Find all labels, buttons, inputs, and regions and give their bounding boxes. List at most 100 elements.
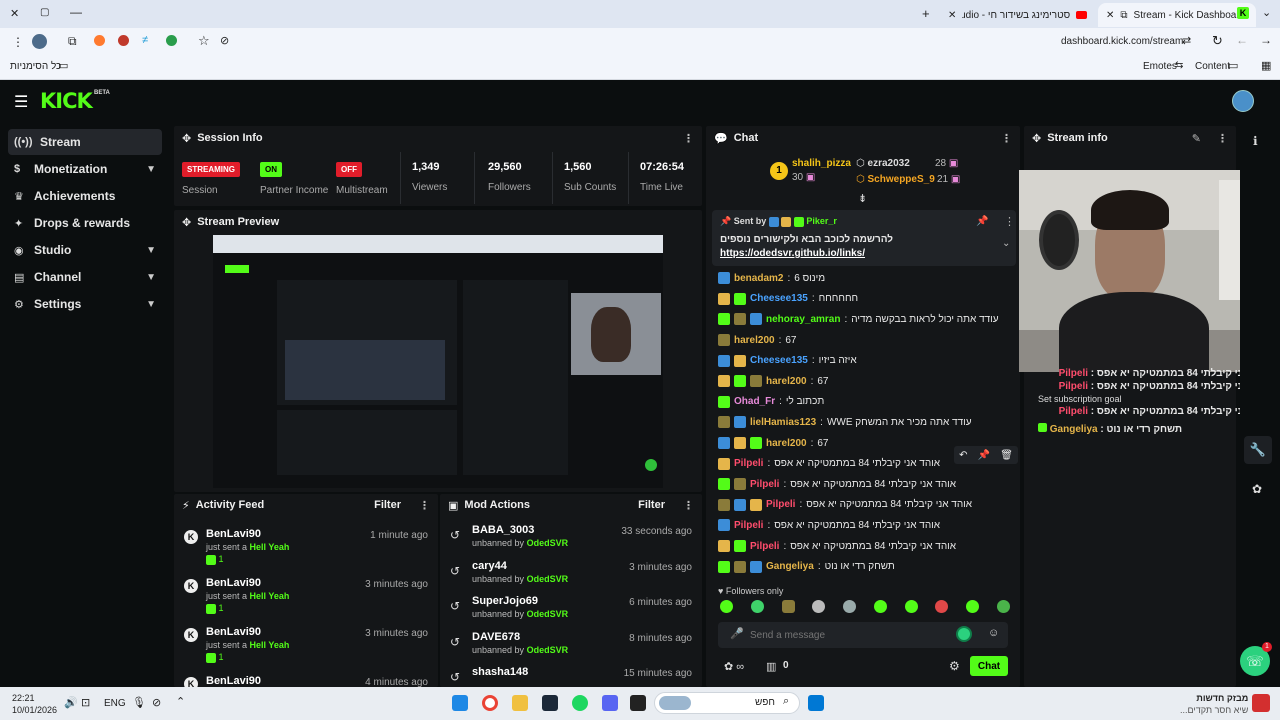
chat-message[interactable]: lielHamias123: עודד אתה מכיר את המשחק WWE bbox=[706, 412, 1018, 433]
emote-icon[interactable] bbox=[812, 600, 826, 613]
sidebar-item-channel[interactable]: ▤ Channel ▼ bbox=[8, 264, 162, 290]
infinity-points-icon[interactable]: ✿ ∞ bbox=[724, 660, 744, 673]
spotify-icon[interactable] bbox=[572, 695, 588, 711]
chevron-down-icon[interactable]: ⌄ bbox=[1002, 238, 1010, 249]
extension-icon[interactable] bbox=[166, 35, 177, 46]
pinned-link[interactable]: https://odedsvr.github.io/links/ bbox=[720, 248, 865, 259]
chat-username[interactable]: Pilpeli bbox=[750, 541, 779, 552]
points-icon[interactable]: ✿ bbox=[1252, 482, 1262, 496]
drag-handle-icon[interactable]: ✥ bbox=[182, 216, 191, 229]
chat-message[interactable]: benadam2: מינוס 6 bbox=[706, 268, 1018, 289]
filter-button[interactable]: Filter bbox=[374, 499, 401, 511]
subscription-goal-link[interactable]: Set subscription goal bbox=[1038, 394, 1274, 406]
smile-icon[interactable]: ☺ bbox=[988, 627, 999, 639]
chat-username[interactable]: Gangeliya bbox=[766, 561, 814, 572]
emote-icon[interactable] bbox=[966, 600, 980, 613]
chat-message[interactable]: Cheesee135: חחחחחח bbox=[706, 289, 1018, 310]
kebab-menu-icon[interactable]: ⋮ bbox=[1217, 132, 1228, 145]
drag-handle-icon[interactable]: ✥ bbox=[1032, 132, 1041, 145]
extension-icon[interactable] bbox=[118, 35, 129, 46]
steam-icon[interactable] bbox=[542, 695, 558, 711]
sidebar-item-stream[interactable]: ((•)) Stream bbox=[8, 129, 162, 155]
clock[interactable]: 22:21 10/01/2026 bbox=[12, 692, 57, 716]
all-bookmarks-link[interactable]: כל הסימניות bbox=[10, 61, 61, 72]
moderator-name[interactable]: OdedSVR bbox=[527, 574, 569, 584]
partner-on-badge[interactable]: ON bbox=[260, 162, 282, 177]
camera-off-icon[interactable]: ⊘ bbox=[152, 696, 161, 709]
collapse-leaderboard-icon[interactable]: ⇟ bbox=[858, 192, 867, 205]
kebab-menu-icon[interactable]: ⋮ bbox=[683, 132, 694, 145]
chat-message[interactable]: Pilpeli: אוהד אני קיבלתי 84 במתמטיקה יא א… bbox=[706, 536, 1018, 557]
emote-icon[interactable] bbox=[996, 600, 1010, 613]
chrome-icon[interactable] bbox=[482, 695, 498, 711]
leader-name[interactable]: SchweppeS_9 bbox=[868, 174, 935, 185]
emote-icon[interactable] bbox=[873, 600, 887, 613]
moderator-name[interactable]: OdedSVR bbox=[527, 645, 569, 655]
volume-icon[interactable]: 🔊 bbox=[64, 696, 78, 709]
network-icon[interactable]: ⊡ bbox=[81, 696, 90, 709]
emote-icon[interactable] bbox=[781, 600, 795, 613]
info-icon[interactable]: ℹ bbox=[1253, 134, 1258, 148]
chat-username[interactable]: harel200 bbox=[734, 335, 775, 346]
chat-username[interactable]: Cheesee135 bbox=[750, 355, 808, 366]
kebab-menu-icon[interactable]: ⋮ bbox=[1001, 132, 1012, 145]
new-tab-icon[interactable]: + bbox=[922, 6, 930, 21]
settings-gear-icon[interactable]: ⚙ bbox=[949, 659, 960, 673]
chat-username[interactable]: Cheesee135 bbox=[750, 293, 808, 304]
extension-icon[interactable]: ≠ bbox=[142, 34, 148, 46]
chat-username[interactable]: Pilpeli bbox=[734, 458, 763, 469]
leader-name[interactable]: shalih_pizza bbox=[792, 158, 851, 169]
bookmark-emotes[interactable]: Emotes bbox=[1143, 61, 1177, 72]
profile-avatar[interactable] bbox=[32, 34, 47, 49]
multistream-off-badge[interactable]: OFF bbox=[336, 162, 362, 177]
forward-icon[interactable]: ← bbox=[1236, 33, 1248, 47]
terminal-icon[interactable] bbox=[630, 695, 646, 711]
sidebar-item-settings[interactable]: ⚙ Settings ▼ bbox=[8, 291, 162, 317]
news-widget[interactable]: מבזק חדשות שיא חסר תקדים... bbox=[1180, 692, 1248, 716]
files-icon[interactable] bbox=[512, 695, 528, 711]
reload-icon[interactable]: ↻ bbox=[1212, 33, 1223, 49]
language-indicator[interactable]: ENG bbox=[104, 698, 126, 709]
pinned-user[interactable]: Piker_r bbox=[806, 216, 837, 226]
extension-icon[interactable] bbox=[94, 35, 105, 46]
apps-grid-icon[interactable]: ▦ bbox=[1261, 59, 1271, 72]
chat-message[interactable]: Pilpeli: אוהד אני קיבלתי 84 במתמטיקה יא א… bbox=[706, 515, 1018, 536]
chat-username[interactable]: Ohad_Fr bbox=[734, 396, 775, 407]
microphone-icon[interactable]: 🎙 bbox=[132, 696, 146, 709]
chat-input[interactable] bbox=[750, 625, 950, 645]
sidebar-item-drops[interactable]: ✦ Drops & rewards bbox=[8, 210, 162, 236]
send-chat-button[interactable]: Chat bbox=[970, 656, 1008, 676]
tab-search-icon[interactable]: ⌄ bbox=[1262, 6, 1271, 19]
bookmark-star-icon[interactable]: ☆ bbox=[198, 33, 210, 49]
chevron-up-icon[interactable]: ⌃ bbox=[176, 695, 185, 708]
url-text[interactable]: dashboard.kick.com/stream bbox=[1061, 36, 1183, 47]
back-icon[interactable]: → bbox=[1260, 33, 1272, 47]
chat-message[interactable]: harel200:67 bbox=[706, 330, 1018, 351]
kebab-menu-icon[interactable]: ⋮ bbox=[683, 499, 694, 512]
chat-input-box[interactable]: 🎤 ☺ bbox=[718, 622, 1008, 648]
kick-logo[interactable]: KICK bbox=[40, 89, 93, 113]
chat-username[interactable]: Pilpeli bbox=[750, 479, 779, 490]
chat-username[interactable]: harel200 bbox=[766, 376, 807, 387]
stream-video[interactable] bbox=[213, 235, 663, 488]
delete-icon[interactable]: 🗑 bbox=[1000, 450, 1013, 461]
emote-icon[interactable] bbox=[750, 600, 764, 613]
chat-username[interactable]: Pilpeli bbox=[766, 499, 795, 510]
emote-icon[interactable] bbox=[935, 600, 949, 613]
sidebar-item-achievements[interactable]: ♛ Achievements bbox=[8, 183, 162, 209]
gift-box-icon[interactable]: ▥ bbox=[766, 660, 776, 673]
extensions-icon[interactable]: ⧉ bbox=[68, 34, 77, 49]
window-maximize-icon[interactable]: ▢ bbox=[40, 7, 49, 18]
discord-icon[interactable] bbox=[602, 695, 618, 711]
sidebar-item-monetization[interactable]: $ Monetization ▼ bbox=[8, 156, 162, 182]
microphone-icon[interactable]: 🎤 bbox=[730, 627, 744, 640]
window-close-icon[interactable]: ✕ bbox=[10, 7, 19, 20]
chat-message[interactable]: Ohad_Fr: תכתוב לי bbox=[706, 392, 1018, 413]
site-settings-icon[interactable]: ⊘ bbox=[220, 34, 229, 47]
chat-username[interactable]: benadam2 bbox=[734, 273, 783, 284]
chat-username[interactable]: lielHamias123 bbox=[750, 417, 816, 428]
chat-username[interactable]: nehoray_amran bbox=[766, 314, 840, 325]
chat-message[interactable]: nehoray_amran: עודד אתה יכול לראות בבקשה … bbox=[706, 309, 1018, 330]
menu-dots-icon[interactable]: ⋮ bbox=[12, 35, 24, 49]
user-avatar[interactable] bbox=[1232, 90, 1254, 112]
